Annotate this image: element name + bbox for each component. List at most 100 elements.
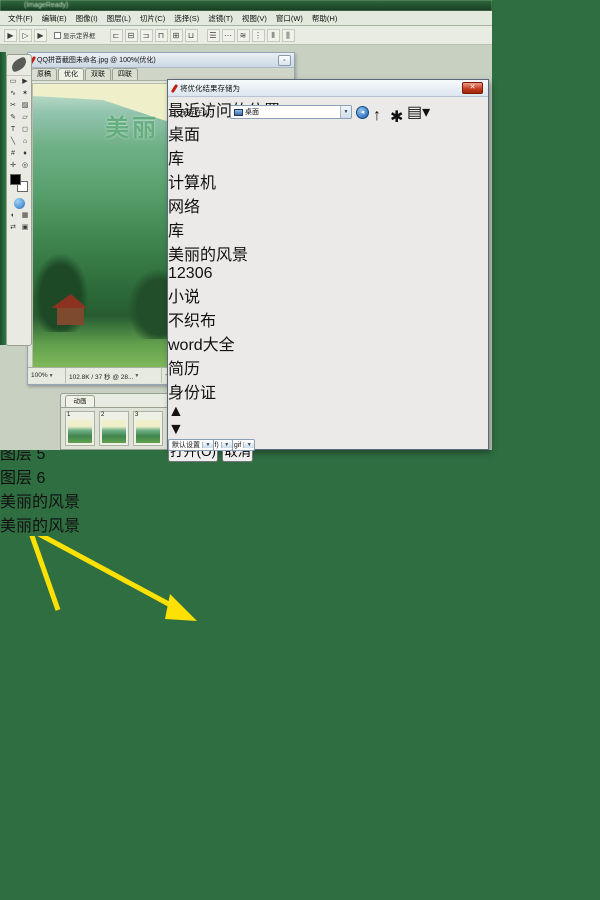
menu-item[interactable]: 视图(V) <box>238 13 271 24</box>
folder-item[interactable]: word大全 <box>168 331 488 355</box>
align-left-icon[interactable]: ⊏ <box>109 28 123 42</box>
zoom-level-dropdown[interactable]: 100% ▼ <box>28 368 66 383</box>
folder-item[interactable]: 身份证 <box>168 379 488 403</box>
menu-item[interactable]: 选择(S) <box>170 13 203 24</box>
screen-mode-icon[interactable]: ▣ <box>19 222 31 234</box>
jump-to-icon[interactable]: ⇄ <box>7 222 19 234</box>
type-tool-icon[interactable]: T <box>7 124 19 136</box>
eraser-tool-icon[interactable]: ▱ <box>19 112 31 124</box>
move-tool-icon[interactable]: ▶ <box>19 76 31 88</box>
scroll-down-icon[interactable]: ▼ <box>168 421 488 439</box>
distribute-middle-icon[interactable]: ⋯ <box>221 28 235 42</box>
align-center-icon[interactable]: ⊟ <box>124 28 138 42</box>
animation-frame[interactable]: 3 <box>133 411 163 446</box>
eyedropper-tool-icon[interactable]: ♦ <box>19 148 31 160</box>
back-icon[interactable]: ◂ <box>356 105 369 119</box>
zoom-tool-icon[interactable]: ◎ <box>19 160 31 172</box>
polygon-tool-icon[interactable]: ⌂ <box>19 136 31 148</box>
folder-item[interactable]: 12306 <box>168 265 488 283</box>
chevron-down-icon[interactable]: ▼ <box>220 442 232 448</box>
align-middle-icon[interactable]: ⊞ <box>169 28 183 42</box>
scrollbar[interactable]: ▲ ▼ <box>168 403 488 439</box>
foreground-color-swatch[interactable] <box>10 174 21 185</box>
menu-item[interactable]: 滤镜(T) <box>204 13 237 24</box>
show-bounding-box-checkbox[interactable]: 显示定界框 <box>54 30 96 40</box>
color-swatches[interactable] <box>7 173 31 197</box>
settings-dropdown[interactable]: 默认设置 ▼ <box>168 439 214 451</box>
line-tool-icon[interactable]: ╲ <box>7 136 19 148</box>
rollover-preview-icon[interactable]: ▦ <box>19 210 31 222</box>
menu-item[interactable]: 窗口(W) <box>272 13 307 24</box>
distribute-center-icon[interactable]: ⫴ <box>266 28 280 42</box>
folder-item[interactable]: 库 <box>168 217 488 241</box>
toolbox: ▭ ▶ ∿ ✶ ✂ ▨ ✎ ▱ T ◻ ╲ ⌂ # ♦ ✛ ◎ ◐ ▦ ⇄ ▣ <box>6 54 32 346</box>
lasso-tool-icon[interactable]: ∿ <box>7 88 19 100</box>
crop-tool-icon[interactable]: # <box>7 148 19 160</box>
close-icon[interactable]: ✕ <box>462 82 483 94</box>
tab-animation[interactable]: 动画 <box>65 395 95 407</box>
menu-item[interactable]: 图像(I) <box>72 13 102 24</box>
align-top-icon[interactable]: ⊓ <box>154 28 168 42</box>
frame-thumbnail <box>68 420 92 443</box>
preview-in-browser-icon[interactable] <box>13 198 25 209</box>
folder-item[interactable]: 美丽的风景 <box>168 241 488 265</box>
view-tab[interactable]: 双联 <box>85 68 111 80</box>
view-menu-icon[interactable]: ▤▾ <box>407 102 430 122</box>
distribute-bottom-icon[interactable]: ≋ <box>236 28 250 42</box>
menu-item[interactable]: 文件(F) <box>4 13 37 24</box>
frame-thumbnail <box>102 420 126 443</box>
align-right-icon[interactable]: ⊐ <box>139 28 153 42</box>
up-one-level-icon[interactable]: ↑ <box>373 107 386 124</box>
hand-tool-icon[interactable]: ✛ <box>7 160 19 172</box>
checkbox-icon[interactable] <box>54 31 61 39</box>
layer-row[interactable]: 图层 6 <box>0 464 600 488</box>
view-tab[interactable]: 四联 <box>112 68 138 80</box>
shape-tool-icon[interactable]: ◻ <box>19 124 31 136</box>
align-bottom-icon[interactable]: ⊔ <box>184 28 198 42</box>
menu-item[interactable]: 图层(L) <box>103 13 135 24</box>
animation-frame[interactable]: 1 <box>65 411 95 446</box>
network-icon[interactable]: 网络 <box>168 193 488 217</box>
animation-frame[interactable]: 2 <box>99 411 129 446</box>
distribute-right-icon[interactable]: ⫼ <box>281 28 295 42</box>
menu-item[interactable]: 帮助(H) <box>308 13 341 24</box>
preview-toggle-icon[interactable]: ◐ <box>7 210 19 222</box>
slice-tool-icon[interactable]: ✂ <box>7 100 19 112</box>
chevron-down-icon[interactable]: ▼ <box>340 106 351 118</box>
view-tab[interactable]: 原稿 <box>31 68 57 80</box>
chevron-down-icon[interactable]: ▼ <box>202 442 213 448</box>
checkbox-label: 显示定界框 <box>63 33 96 40</box>
group-select-arrow-icon[interactable]: ▶ <box>34 28 47 42</box>
folder-item[interactable]: 不织布 <box>168 307 488 331</box>
selection-arrow-icon[interactable]: ▶ <box>4 28 17 42</box>
document-titlebar: QQ拼音截图未命名.jpg @ 100%(优化) ▫ <box>28 53 294 68</box>
menu-item[interactable]: 编辑(E) <box>38 13 71 24</box>
file-size-dropdown[interactable]: 102.8K / 37 秒 @ 28... ▼ <box>66 368 162 383</box>
house-roof-shape <box>51 294 87 308</box>
scroll-up-icon[interactable]: ▲ <box>168 403 488 421</box>
canvas-text: 美丽 <box>105 115 159 142</box>
restore-button[interactable]: ▫ <box>278 54 291 66</box>
slice-select-tool-icon[interactable]: ▨ <box>19 100 31 112</box>
dialog-title: 将优化结果存储为 <box>180 83 240 93</box>
folder-item[interactable]: 小说 <box>168 283 488 307</box>
direct-select-arrow-icon[interactable]: ▷ <box>19 28 32 42</box>
distribute-top-icon[interactable]: ☰ <box>206 28 220 42</box>
computer-icon[interactable]: 计算机 <box>168 169 488 193</box>
brush-tool-icon[interactable]: ✎ <box>7 112 19 124</box>
file-list: 库 美丽的风景 12306 小说 不织布 word大全 简历 身份证 ▲ ▼ <box>168 217 488 439</box>
menu-item[interactable]: 切片(C) <box>136 13 169 24</box>
save-optimized-as-dialog: 将优化结果存储为 ✕ 保存在(I): 桌面 ▼ ◂ ↑ ✱ ▤▾ 最近访问的位置 桌面… <box>167 79 489 462</box>
layer-row[interactable]: 美丽的风景 <box>0 488 600 512</box>
chevron-down-icon[interactable]: ▼ <box>243 442 255 448</box>
distribute-left-icon[interactable]: ⋮ <box>251 28 265 42</box>
layer-row[interactable]: 美丽的风景 <box>0 512 600 536</box>
libraries-icon[interactable]: 库 <box>168 145 488 169</box>
create-new-folder-icon[interactable]: ✱ <box>390 107 403 126</box>
folder-item[interactable]: 简历 <box>168 355 488 379</box>
view-tab[interactable]: 优化 <box>58 68 84 80</box>
marquee-tool-icon[interactable]: ▭ <box>7 76 19 88</box>
magic-wand-tool-icon[interactable]: ✶ <box>19 88 31 100</box>
desktop-icon[interactable]: 桌面 <box>168 121 488 145</box>
save-in-dropdown[interactable]: 桌面 ▼ <box>230 105 352 119</box>
